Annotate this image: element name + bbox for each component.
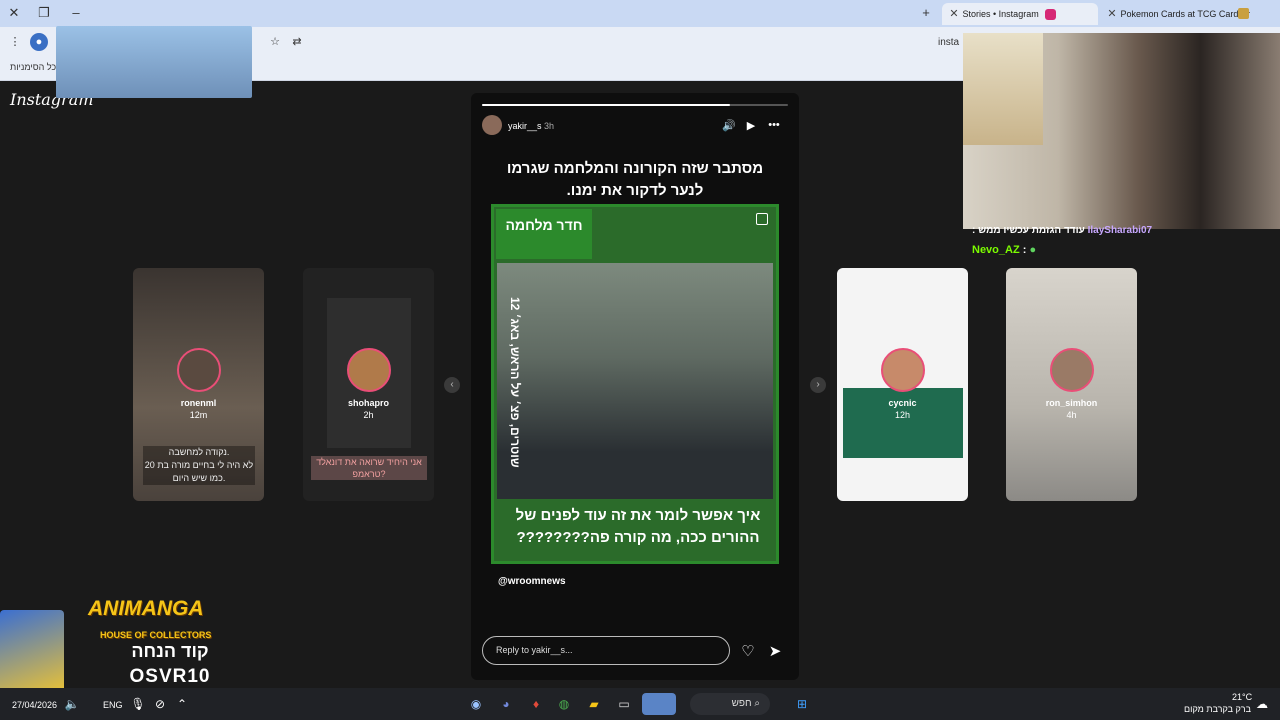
search-label: חפש (731, 698, 752, 709)
promo-code-label: קוד הנחה (131, 641, 209, 661)
story-card-ronenml[interactable]: ronenml 12m נקודה למחשבה. לא היה לי בחיי… (133, 268, 264, 501)
more-options-icon[interactable]: ••• (767, 119, 781, 131)
weather-text[interactable]: ברק בקרבת מקום (1184, 704, 1251, 714)
pokemon-card-image (0, 610, 64, 696)
chat-message: IlaySharabi07 עודד הגזמת עכשיו ממש : (972, 225, 1212, 236)
chat-text: עודד הגזמת עכשיו ממש : (972, 225, 1085, 236)
story-card-shohapro[interactable]: shohapro 2h אני היחיד שרואה את דונאלד טר… (303, 268, 434, 501)
story-caption: נקודה למחשבה. לא היה לי בחיים מורה בת 20… (143, 446, 255, 485)
story-username: ronenml (180, 398, 217, 408)
tab-pokemon-cards[interactable]: ✕ Pokemon Cards at TCG Card Sh (1100, 3, 1250, 25)
story-media: חדר מלחמה 12 שוטרים, פצ׳ על הראש, באג׳ א… (491, 204, 779, 564)
reply-input[interactable]: Reply to yakir__s... (482, 636, 730, 665)
story-progress-bar (482, 104, 788, 106)
widget-icon[interactable] (642, 693, 676, 715)
story-headline: מסתבר שזה הקורונה והמלחמה שגרמו לנער לדק… (506, 160, 764, 199)
task-view-icon[interactable]: ▭ (614, 694, 634, 714)
chat-message: Nevo_AZ : ● (972, 244, 1036, 256)
windows-taskbar: 27/04/2026 🔈 ENG 🎙 ⊘ ⌃ ◉ ◕ ♦ ◍ ▰ ▭ חפש ⌕… (0, 688, 1280, 720)
copy-icon (756, 213, 768, 225)
story-time: 12m (189, 410, 208, 420)
extension-icon[interactable]: ● (30, 33, 48, 51)
avatar (347, 348, 391, 392)
war-room-badge: חדר מלחמה (496, 209, 592, 259)
promo-banner (56, 26, 252, 98)
menu-dots-icon[interactable]: ⋮ (6, 33, 24, 51)
site-settings-icon[interactable]: ⇄ (288, 33, 306, 51)
story-caption: אני היחיד שרואה את דונאלד טראמפ? (311, 456, 427, 480)
promo-code: OSVR10 (129, 666, 211, 687)
avatar (1050, 348, 1094, 392)
story-time: 3h (544, 121, 555, 131)
chat-text: : (1022, 244, 1027, 256)
instagram-favicon-icon (1045, 9, 1057, 21)
play-icon[interactable]: ▶ (744, 119, 758, 132)
previous-story-button[interactable]: ‹ (444, 377, 460, 393)
close-window-button[interactable]: ✕ (4, 4, 24, 22)
active-story: yakir__s 3h 🔊 ▶ ••• מסתבר שזה הקורונה וה… (471, 93, 799, 680)
webcam-feed (963, 33, 1280, 229)
story-card-ron-simhon[interactable]: ron_simhon 4h (1006, 268, 1137, 501)
mute-icon[interactable]: 🔊 (722, 119, 736, 132)
next-story-button[interactable]: › (810, 377, 826, 393)
story-time: 12h (894, 410, 911, 420)
story-username: cycnic (888, 398, 917, 408)
close-icon[interactable]: ✕ (1106, 3, 1118, 25)
weather-icon[interactable]: ☁ (1252, 694, 1272, 714)
minimize-window-button[interactable]: – (66, 4, 86, 22)
story-time: 4h (1066, 410, 1077, 420)
chevron-up-icon[interactable]: ⌃ (172, 694, 192, 714)
chat-username: IlaySharabi07 (1087, 225, 1153, 236)
chat-username: Nevo_AZ (972, 244, 1020, 256)
story-time: 2h (363, 410, 374, 420)
story-username: ron_simhon (1045, 398, 1098, 408)
language-indicator[interactable]: ENG (103, 700, 123, 710)
emoji-icon: ● (1029, 244, 1037, 256)
app-icon[interactable]: ♦ (526, 694, 546, 714)
promo-title: ANIMANGA (88, 597, 204, 620)
search-icon: ⌕ (754, 698, 760, 709)
send-icon[interactable]: ➤ (766, 642, 784, 660)
avatar[interactable] (482, 115, 502, 135)
pokemon-favicon-icon (1238, 8, 1249, 19)
browser-tab-bar: ✕ ❐ – + ✕ Stories • Instagram ✕ Pokemon … (0, 0, 1280, 27)
taskbar-date[interactable]: 27/04/2026 (12, 700, 57, 710)
story-username[interactable]: yakir__s (508, 121, 542, 131)
avatar (177, 348, 221, 392)
steam-icon[interactable]: ◉ (466, 694, 486, 714)
search-box[interactable]: חפש ⌕ (690, 693, 770, 715)
story-credit[interactable]: @wroomnews (498, 576, 566, 587)
wall-painting (963, 33, 1043, 145)
story-progress-fill (482, 104, 730, 106)
volume-icon[interactable]: 🔈 (62, 694, 82, 714)
star-bookmark-icon[interactable]: ☆ (266, 33, 284, 51)
story-caption: איך אפשר לומר את זה עוד לפנים של ההורים … (515, 507, 761, 546)
microphone-icon[interactable]: 🎙 (128, 694, 148, 714)
discord-icon[interactable]: ◕ (496, 694, 516, 714)
network-icon[interactable]: ⊘ (150, 694, 170, 714)
story-vertical-text: 12 שוטרים, פצ׳ על הראש, באג׳ (508, 296, 522, 468)
tab-stories-instagram[interactable]: ✕ Stories • Instagram (942, 3, 1098, 25)
file-explorer-icon[interactable]: ▰ (584, 694, 604, 714)
new-tab-button[interactable]: + (916, 4, 936, 22)
restore-window-button[interactable]: ❐ (34, 4, 54, 22)
all-bookmarks-label[interactable]: כל הסימניות (10, 62, 56, 72)
avatar (881, 348, 925, 392)
weather-temp[interactable]: 21°C (1232, 692, 1252, 702)
close-icon[interactable]: ✕ (948, 3, 960, 25)
story-username: shohapro (347, 398, 389, 408)
windows-start-icon[interactable]: ⊞ (792, 694, 812, 714)
promo-subtitle: HOUSE OF COLLECTORS (100, 630, 212, 640)
chrome-icon[interactable]: ◍ (554, 694, 574, 714)
story-card-cycnic[interactable]: cycnic 12h (837, 268, 968, 501)
heart-icon[interactable]: ♡ (739, 642, 757, 660)
tab-label: Stories • Instagram (962, 9, 1039, 19)
story-photo (497, 263, 773, 499)
tab-label: Pokemon Cards at TCG Card Sh (1120, 9, 1250, 19)
